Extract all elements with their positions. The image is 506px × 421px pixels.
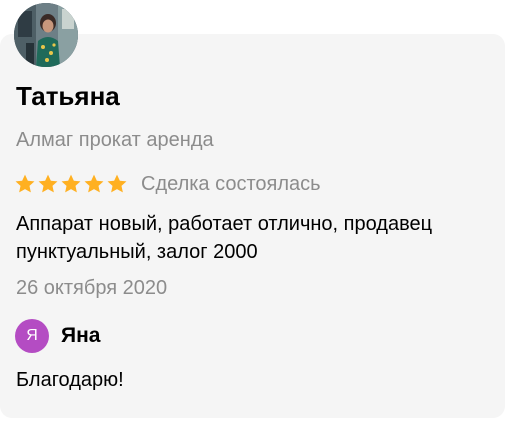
rating-row: Сделка состоялась [14, 171, 321, 197]
reply-header: Я Яна [15, 319, 100, 353]
item-title[interactable]: Алмаг прокат аренда [16, 127, 214, 153]
reviewer-name[interactable]: Татьяна [16, 79, 120, 113]
star-icon [14, 173, 36, 195]
reply-author-name: Яна [61, 324, 101, 347]
review-date: 26 октября 2020 [16, 277, 168, 299]
star-icon [106, 173, 128, 195]
reply-text: Благодарю! [16, 369, 124, 391]
reviewer-photo [14, 3, 78, 67]
star-icon [83, 173, 105, 195]
review-page: Татьяна Алмаг прокат аренда Сделка состо… [0, 0, 506, 421]
reviewer-avatar[interactable] [14, 3, 78, 67]
star-icon [37, 173, 59, 195]
deal-status: Сделка состоялась [141, 173, 321, 195]
star-icon [60, 173, 82, 195]
reply-avatar-letter: Я [26, 327, 38, 344]
reply-avatar[interactable]: Я [15, 319, 49, 353]
star-rating [14, 173, 129, 195]
review-text: Аппарат новый, работает отлично, продаве… [16, 213, 433, 263]
